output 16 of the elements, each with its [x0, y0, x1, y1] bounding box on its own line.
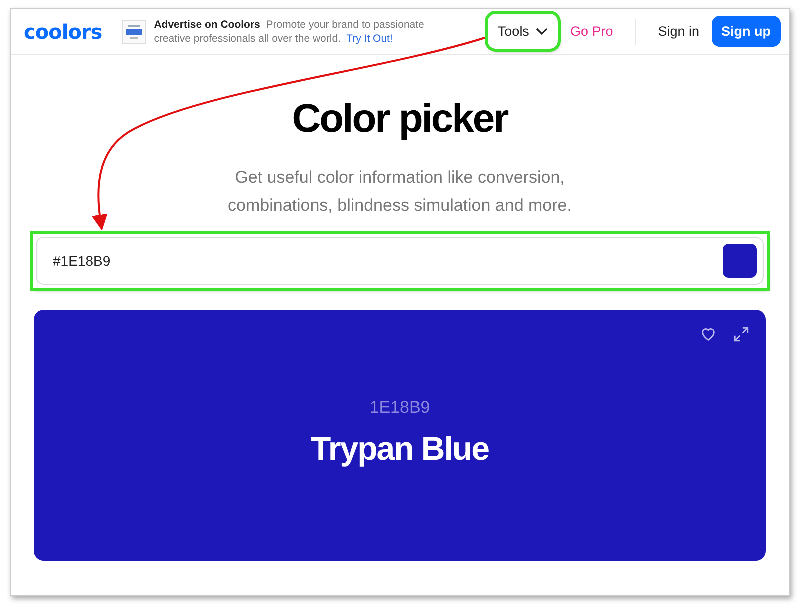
color-name: Trypan Blue [311, 430, 489, 468]
go-pro-link[interactable]: Go Pro [562, 18, 622, 45]
ad-text: Advertise on Coolors Promote your brand to passionate creative professionals all over the world. Try It Out! [154, 18, 426, 46]
expand-icon[interactable] [733, 326, 750, 343]
color-swatch[interactable] [723, 244, 757, 278]
page-subtitle: Get useful color information like conversion, combinations, blindness simulation and more. [227, 167, 573, 217]
heart-icon[interactable] [700, 326, 717, 343]
sign-up-button[interactable]: Sign up [712, 16, 781, 47]
tools-menu[interactable]: Tools [488, 14, 558, 49]
page-title: Color picker [292, 97, 508, 142]
sign-in-link[interactable]: Sign in [650, 18, 708, 45]
try-it-out-link[interactable]: Try It Out! [346, 32, 393, 44]
color-input-field[interactable]: #1E18B9 [36, 237, 764, 285]
logo[interactable]: coolors [24, 20, 102, 44]
hex-code: 1E18B9 [370, 398, 430, 418]
chevron-down-icon [536, 28, 548, 36]
